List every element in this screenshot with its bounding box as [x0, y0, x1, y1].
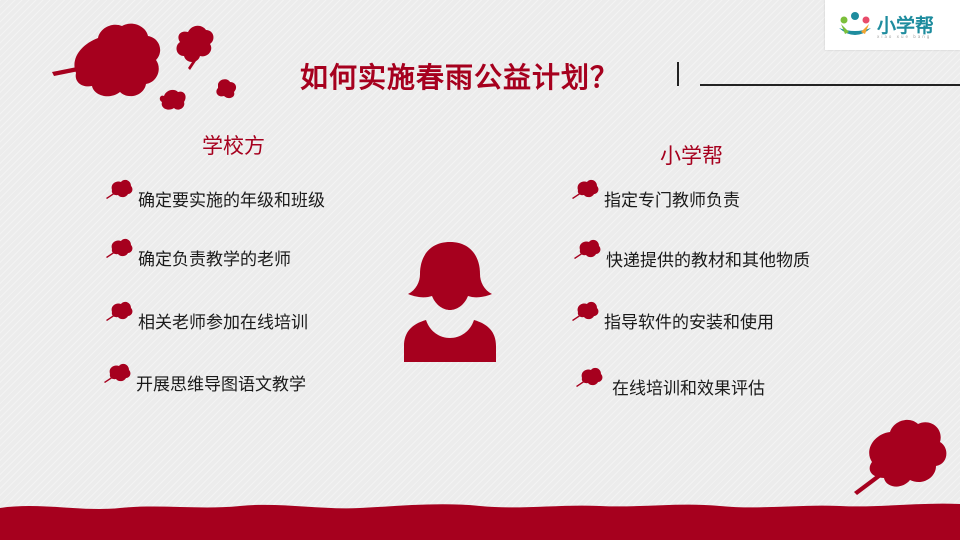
logo-tagline: xiao xue bang — [877, 34, 932, 39]
people-logo-icon — [839, 12, 871, 35]
school-heading: 学校方 — [202, 134, 265, 158]
xiaoxuebang-item-text: 指导软件的安装和使用 — [604, 313, 774, 333]
maple-leaf-icon — [106, 301, 133, 321]
maple-leaf-icon — [106, 238, 133, 258]
maple-leaf-icon — [572, 179, 599, 199]
school-item-2: 确定负责教学的老师 — [106, 237, 396, 270]
maple-leaf-icon — [572, 301, 599, 321]
maple-leaf-icon — [106, 179, 133, 199]
decorative-leaves-top — [52, 23, 237, 110]
xiaoxuebang-heading: 小学帮 — [660, 144, 723, 168]
school-item-4: 开展思维导图语文教学 — [104, 362, 394, 395]
xiaoxuebang-item-1: 指定专门教师负责 — [572, 178, 862, 211]
title-rule — [700, 84, 960, 86]
decorative-leaf-bottom — [854, 419, 947, 495]
bottom-wave-band — [0, 503, 960, 540]
school-item-text: 确定负责教学的老师 — [138, 250, 291, 270]
brand-logo: 小学帮 xiao xue bang — [825, 0, 960, 50]
xiaoxuebang-item-text: 在线培训和效果评估 — [612, 379, 765, 399]
xiaoxuebang-item-3: 指导软件的安装和使用 — [572, 300, 862, 333]
xiaoxuebang-item-2: 快递提供的教材和其他物质 — [574, 238, 864, 271]
page-title: 如何实施春雨公益计划？ — [300, 61, 620, 94]
maple-leaf-icon — [104, 363, 131, 383]
school-item-1: 确定要实施的年级和班级 — [106, 178, 396, 211]
school-item-text: 开展思维导图语文教学 — [136, 375, 306, 395]
school-item-text: 相关老师参加在线培训 — [138, 313, 308, 333]
maple-leaf-icon — [576, 367, 603, 387]
xiaoxuebang-item-text: 快递提供的教材和其他物质 — [606, 251, 810, 271]
xiaoxuebang-item-text: 指定专门教师负责 — [604, 191, 740, 211]
school-item-text: 确定要实施的年级和班级 — [138, 191, 325, 211]
xiaoxuebang-item-4: 在线培训和效果评估 — [576, 366, 866, 399]
maple-leaf-icon — [574, 239, 601, 259]
school-item-3: 相关老师参加在线培训 — [106, 300, 396, 333]
title-divider — [677, 62, 679, 86]
person-icon — [404, 242, 496, 362]
